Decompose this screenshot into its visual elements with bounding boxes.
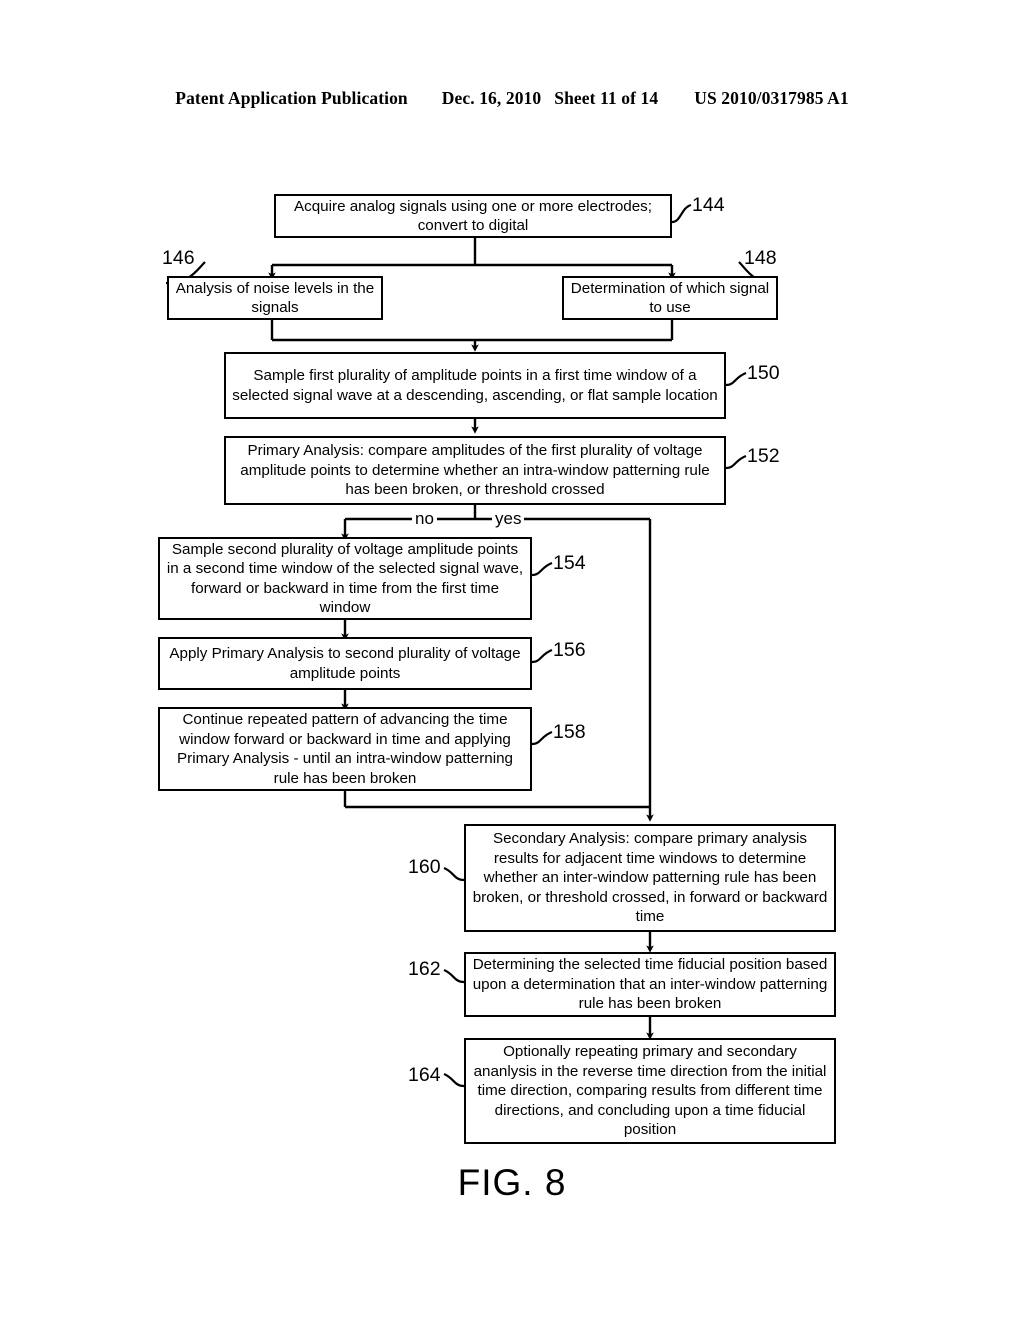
ref-numeral-146-text: 146 <box>162 247 195 269</box>
flow-box-156-text: Apply Primary Analysis to second plurali… <box>169 645 521 682</box>
ref-numeral-160-text: 160 <box>408 856 441 878</box>
figure-caption-text: FIG. 8 <box>457 1162 567 1203</box>
branch-label-no: no <box>412 510 437 527</box>
flow-box-146-text: Analysis of noise levels in the signals <box>175 279 375 317</box>
ref-numeral-156-text: 156 <box>553 639 586 661</box>
flow-box-154[interactable]: Sample second plurality of voltage ampli… <box>158 537 532 620</box>
flow-box-158[interactable]: Continue repeated pattern of advancing t… <box>158 707 532 791</box>
flowchart-figure: Acquire analog signals using one or more… <box>0 0 1024 1320</box>
flow-box-156[interactable]: Apply Primary Analysis to second plurali… <box>158 637 532 690</box>
ref-numeral-158-text: 158 <box>553 721 586 743</box>
flow-box-152[interactable]: Primary Analysis: compare amplitudes of … <box>224 436 726 505</box>
flow-box-162[interactable]: Determining the selected time fiducial p… <box>464 952 836 1017</box>
flow-box-154-text: Sample second plurality of voltage ampli… <box>166 540 524 617</box>
flow-box-158-text: Continue repeated pattern of advancing t… <box>177 711 513 787</box>
ref-numeral-150-text: 150 <box>747 362 780 384</box>
flow-box-150[interactable]: Sample first plurality of amplitude poin… <box>224 352 726 419</box>
flow-box-146[interactable]: Analysis of noise levels in the signals <box>167 276 383 320</box>
flow-box-152-text: Primary Analysis: compare amplitudes of … <box>240 442 710 499</box>
ref-numeral-162-text: 162 <box>408 958 441 980</box>
ref-numeral-146: 146 <box>162 247 195 269</box>
ref-numeral-164: 164 <box>408 1064 441 1086</box>
ref-numeral-148-text: 148 <box>744 247 777 269</box>
flow-box-150-text: Sample first plurality of amplitude poin… <box>232 367 718 404</box>
flow-box-148-text: Determination of which signal to use <box>570 279 770 317</box>
ref-numeral-164-text: 164 <box>408 1064 441 1086</box>
flow-box-144-text: Acquire analog signals using one or more… <box>294 197 652 235</box>
ref-numeral-156: 156 <box>553 639 586 661</box>
branch-label-no-text: no <box>415 509 434 528</box>
flow-box-148[interactable]: Determination of which signal to use <box>562 276 778 320</box>
ref-numeral-162: 162 <box>408 958 441 980</box>
figure-caption: FIG. 8 <box>0 1162 1024 1204</box>
flow-box-144[interactable]: Acquire analog signals using one or more… <box>274 194 672 238</box>
ref-numeral-152-text: 152 <box>747 445 780 467</box>
ref-numeral-154: 154 <box>553 552 586 574</box>
ref-numeral-144: 144 <box>692 194 725 216</box>
flow-box-164-text: Optionally repeating primary and seconda… <box>473 1043 827 1139</box>
flow-box-160-text: Secondary Analysis: compare primary anal… <box>472 830 828 926</box>
ref-numeral-152: 152 <box>747 445 780 467</box>
flow-box-160[interactable]: Secondary Analysis: compare primary anal… <box>464 824 836 932</box>
flow-box-164[interactable]: Optionally repeating primary and seconda… <box>464 1038 836 1144</box>
ref-numeral-160: 160 <box>408 856 441 878</box>
ref-numeral-148: 148 <box>744 247 777 269</box>
ref-numeral-158: 158 <box>553 721 586 743</box>
flow-box-162-text: Determining the selected time fiducial p… <box>472 956 828 1013</box>
branch-label-yes: yes <box>492 509 525 528</box>
ref-numeral-154-text: 154 <box>553 552 586 574</box>
ref-numeral-144-text: 144 <box>692 194 725 216</box>
branch-label-yes-text: yes <box>495 509 522 528</box>
ref-numeral-150: 150 <box>747 362 780 384</box>
